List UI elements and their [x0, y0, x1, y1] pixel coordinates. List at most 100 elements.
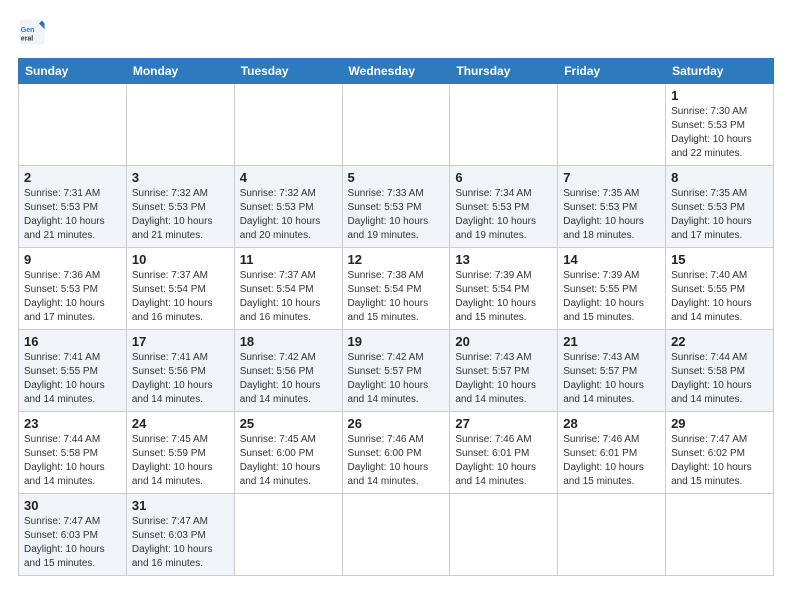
day-number: 15: [671, 252, 768, 267]
day-info: Sunrise: 7:43 AMSunset: 5:57 PMDaylight:…: [563, 351, 660, 407]
calendar-cell: 16Sunrise: 7:41 AMSunset: 5:55 PMDayligh…: [19, 330, 127, 412]
day-number: 24: [132, 416, 229, 431]
calendar-body: 1 Sunrise: 7:30 AMSunset: 5:53 PMDaylight…: [19, 84, 774, 576]
calendar-week-3: 9Sunrise: 7:36 AMSunset: 5:53 PMDaylight…: [19, 248, 774, 330]
day-info: Sunrise: 7:35 AMSunset: 5:53 PMDaylight:…: [563, 187, 660, 243]
calendar-cell: [342, 494, 450, 576]
day-number: 5: [348, 170, 445, 185]
day-info: Sunrise: 7:39 AMSunset: 5:54 PMDaylight:…: [455, 269, 552, 325]
logo-icon: Gen eral: [18, 18, 46, 46]
day-number: 1: [671, 88, 768, 103]
calendar-cell: [666, 494, 774, 576]
day-info: Sunrise: 7:32 AMSunset: 5:53 PMDaylight:…: [132, 187, 229, 243]
day-info: Sunrise: 7:33 AMSunset: 5:53 PMDaylight:…: [348, 187, 445, 243]
day-number: 17: [132, 334, 229, 349]
calendar-cell: [342, 84, 450, 166]
calendar-cell: 13Sunrise: 7:39 AMSunset: 5:54 PMDayligh…: [450, 248, 558, 330]
day-info: Sunrise: 7:46 AMSunset: 6:01 PMDaylight:…: [563, 433, 660, 489]
day-number: 6: [455, 170, 552, 185]
calendar-header-thursday: Thursday: [450, 59, 558, 84]
svg-text:eral: eral: [21, 35, 34, 42]
day-number: 30: [24, 498, 121, 513]
day-info: Sunrise: 7:47 AMSunset: 6:03 PMDaylight:…: [24, 515, 121, 571]
calendar-header-saturday: Saturday: [666, 59, 774, 84]
day-number: 19: [348, 334, 445, 349]
calendar-cell: 28 Sunrise: 7:46 AMSunset: 6:01 PMDayligh…: [558, 412, 666, 494]
day-number: 2: [24, 170, 121, 185]
calendar-cell: 24 Sunrise: 7:45 AMSunset: 5:59 PMDayligh…: [126, 412, 234, 494]
day-number: 7: [563, 170, 660, 185]
calendar-cell: 7 Sunrise: 7:35 AMSunset: 5:53 PMDaylight…: [558, 166, 666, 248]
day-number: 22: [671, 334, 768, 349]
day-number: 29: [671, 416, 768, 431]
day-info: Sunrise: 7:47 AMSunset: 6:03 PMDaylight:…: [132, 515, 229, 571]
calendar-week-2: 2Sunrise: 7:31 AMSunset: 5:53 PMDaylight…: [19, 166, 774, 248]
day-number: 10: [132, 252, 229, 267]
calendar-week-4: 16Sunrise: 7:41 AMSunset: 5:55 PMDayligh…: [19, 330, 774, 412]
day-info: Sunrise: 7:42 AMSunset: 5:56 PMDaylight:…: [240, 351, 337, 407]
day-info: Sunrise: 7:32 AMSunset: 5:53 PMDaylight:…: [240, 187, 337, 243]
day-number: 20: [455, 334, 552, 349]
day-number: 27: [455, 416, 552, 431]
calendar-table: SundayMondayTuesdayWednesdayThursdayFrid…: [18, 58, 774, 576]
svg-text:Gen: Gen: [21, 27, 35, 34]
calendar-header-monday: Monday: [126, 59, 234, 84]
calendar-cell: 30 Sunrise: 7:47 AMSunset: 6:03 PMDayligh…: [19, 494, 127, 576]
calendar-cell: 4Sunrise: 7:32 AMSunset: 5:53 PMDaylight…: [234, 166, 342, 248]
day-info: Sunrise: 7:45 AMSunset: 5:59 PMDaylight:…: [132, 433, 229, 489]
day-info: Sunrise: 7:45 AMSunset: 6:00 PMDaylight:…: [240, 433, 337, 489]
calendar-cell: 17 Sunrise: 7:41 AMSunset: 5:56 PMDayligh…: [126, 330, 234, 412]
day-info: Sunrise: 7:34 AMSunset: 5:53 PMDaylight:…: [455, 187, 552, 243]
calendar-cell: 3 Sunrise: 7:32 AMSunset: 5:53 PMDaylight…: [126, 166, 234, 248]
day-info: Sunrise: 7:39 AMSunset: 5:55 PMDaylight:…: [563, 269, 660, 325]
calendar-week-5: 23Sunrise: 7:44 AMSunset: 5:58 PMDayligh…: [19, 412, 774, 494]
day-info: Sunrise: 7:44 AMSunset: 5:58 PMDaylight:…: [24, 433, 121, 489]
day-number: 28: [563, 416, 660, 431]
calendar-cell: 27 Sunrise: 7:46 AMSunset: 6:01 PMDayligh…: [450, 412, 558, 494]
calendar-cell: 29 Sunrise: 7:47 AMSunset: 6:02 PMDayligh…: [666, 412, 774, 494]
day-info: Sunrise: 7:42 AMSunset: 5:57 PMDaylight:…: [348, 351, 445, 407]
calendar-cell: 14 Sunrise: 7:39 AMSunset: 5:55 PMDayligh…: [558, 248, 666, 330]
day-info: Sunrise: 7:47 AMSunset: 6:02 PMDaylight:…: [671, 433, 768, 489]
calendar-cell: 10 Sunrise: 7:37 AMSunset: 5:54 PMDayligh…: [126, 248, 234, 330]
calendar-cell: 20Sunrise: 7:43 AMSunset: 5:57 PMDayligh…: [450, 330, 558, 412]
calendar-header-wednesday: Wednesday: [342, 59, 450, 84]
day-number: 18: [240, 334, 337, 349]
calendar-cell: 31Sunrise: 7:47 AMSunset: 6:03 PMDayligh…: [126, 494, 234, 576]
day-info: Sunrise: 7:36 AMSunset: 5:53 PMDaylight:…: [24, 269, 121, 325]
day-number: 25: [240, 416, 337, 431]
day-info: Sunrise: 7:40 AMSunset: 5:55 PMDaylight:…: [671, 269, 768, 325]
calendar-cell: 1 Sunrise: 7:30 AMSunset: 5:53 PMDaylight…: [666, 84, 774, 166]
calendar-cell: [234, 84, 342, 166]
calendar-cell: [126, 84, 234, 166]
calendar-header-sunday: Sunday: [19, 59, 127, 84]
calendar-cell: [558, 84, 666, 166]
calendar-cell: [19, 84, 127, 166]
day-info: Sunrise: 7:37 AMSunset: 5:54 PMDaylight:…: [132, 269, 229, 325]
day-number: 12: [348, 252, 445, 267]
calendar-cell: 21Sunrise: 7:43 AMSunset: 5:57 PMDayligh…: [558, 330, 666, 412]
day-info: Sunrise: 7:38 AMSunset: 5:54 PMDaylight:…: [348, 269, 445, 325]
calendar-cell: 2Sunrise: 7:31 AMSunset: 5:53 PMDaylight…: [19, 166, 127, 248]
day-info: Sunrise: 7:30 AMSunset: 5:53 PMDaylight:…: [671, 105, 768, 161]
calendar-cell: 6 Sunrise: 7:34 AMSunset: 5:53 PMDaylight…: [450, 166, 558, 248]
day-number: 14: [563, 252, 660, 267]
calendar-cell: [234, 494, 342, 576]
calendar-cell: 15 Sunrise: 7:40 AMSunset: 5:55 PMDayligh…: [666, 248, 774, 330]
calendar-cell: 23Sunrise: 7:44 AMSunset: 5:58 PMDayligh…: [19, 412, 127, 494]
day-info: Sunrise: 7:41 AMSunset: 5:56 PMDaylight:…: [132, 351, 229, 407]
calendar-cell: 5 Sunrise: 7:33 AMSunset: 5:53 PMDaylight…: [342, 166, 450, 248]
day-info: Sunrise: 7:37 AMSunset: 5:54 PMDaylight:…: [240, 269, 337, 325]
calendar-cell: 12 Sunrise: 7:38 AMSunset: 5:54 PMDayligh…: [342, 248, 450, 330]
calendar-cell: 22Sunrise: 7:44 AMSunset: 5:58 PMDayligh…: [666, 330, 774, 412]
calendar-cell: [558, 494, 666, 576]
calendar-cell: 11Sunrise: 7:37 AMSunset: 5:54 PMDayligh…: [234, 248, 342, 330]
calendar-cell: 25 Sunrise: 7:45 AMSunset: 6:00 PMDayligh…: [234, 412, 342, 494]
day-info: Sunrise: 7:46 AMSunset: 6:01 PMDaylight:…: [455, 433, 552, 489]
calendar-cell: [450, 494, 558, 576]
calendar-header-tuesday: Tuesday: [234, 59, 342, 84]
day-number: 3: [132, 170, 229, 185]
day-info: Sunrise: 7:35 AMSunset: 5:53 PMDaylight:…: [671, 187, 768, 243]
day-number: 26: [348, 416, 445, 431]
page-header: Gen eral: [18, 18, 774, 46]
